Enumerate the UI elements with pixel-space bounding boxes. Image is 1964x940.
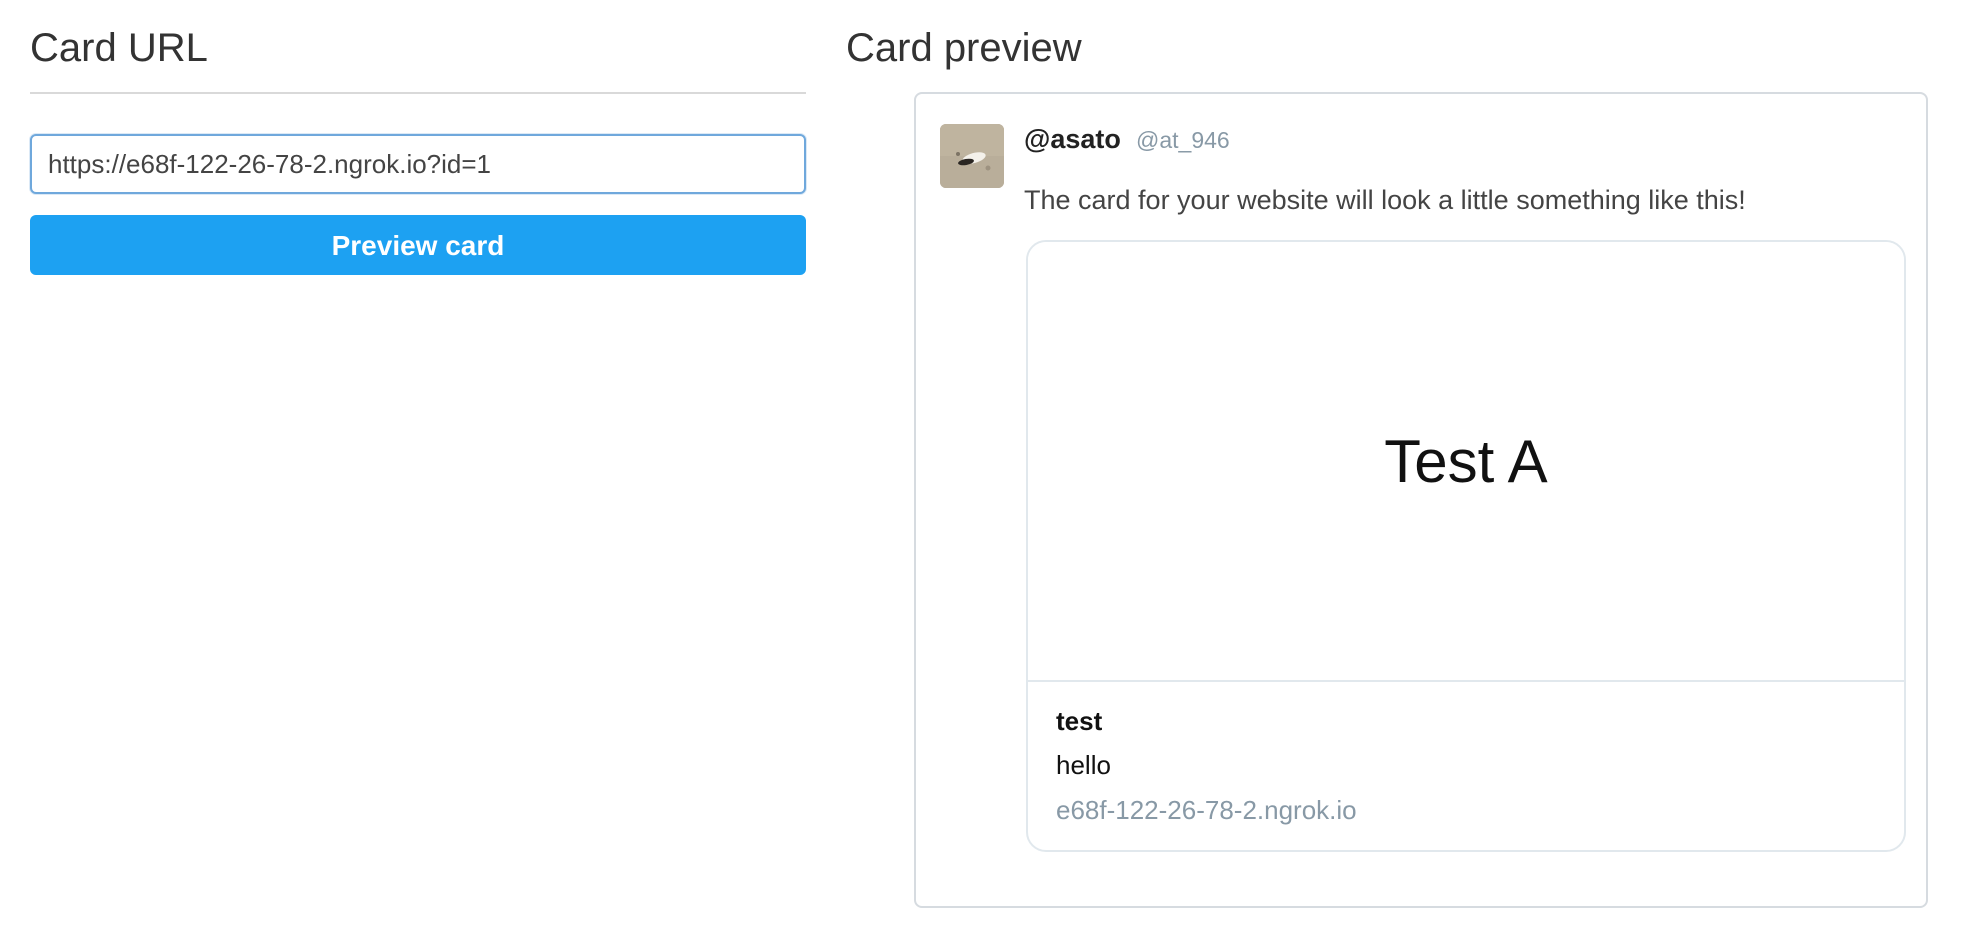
tweet-screen-name[interactable]: @at_946 (1136, 124, 1230, 156)
card-image[interactable]: Test A (1028, 242, 1904, 680)
card-domain: e68f-122-26-78-2.ngrok.io (1056, 795, 1357, 825)
avatar-photo-icon (940, 124, 1004, 188)
card-preview-title: Card preview (846, 26, 1082, 70)
card-description: hello (1056, 750, 1111, 780)
card-url-divider (30, 92, 806, 94)
card-title: test (1056, 706, 1103, 736)
card-divider (1028, 680, 1904, 682)
tweet-preview: @asato @at_946 The card for your website… (914, 92, 1928, 908)
card-url-input[interactable] (30, 134, 806, 194)
link-card[interactable]: Test A test hello e68f-122-26-78-2.ngrok… (1026, 240, 1906, 852)
card-url-title: Card URL (30, 26, 208, 70)
avatar[interactable] (940, 124, 1004, 188)
tweet-text: The card for your website will look a li… (1024, 185, 1746, 215)
card-image-text: Test A (1384, 427, 1548, 495)
tweet-display-name[interactable]: @asato (1024, 122, 1121, 156)
preview-card-button[interactable]: Preview card (30, 215, 806, 275)
